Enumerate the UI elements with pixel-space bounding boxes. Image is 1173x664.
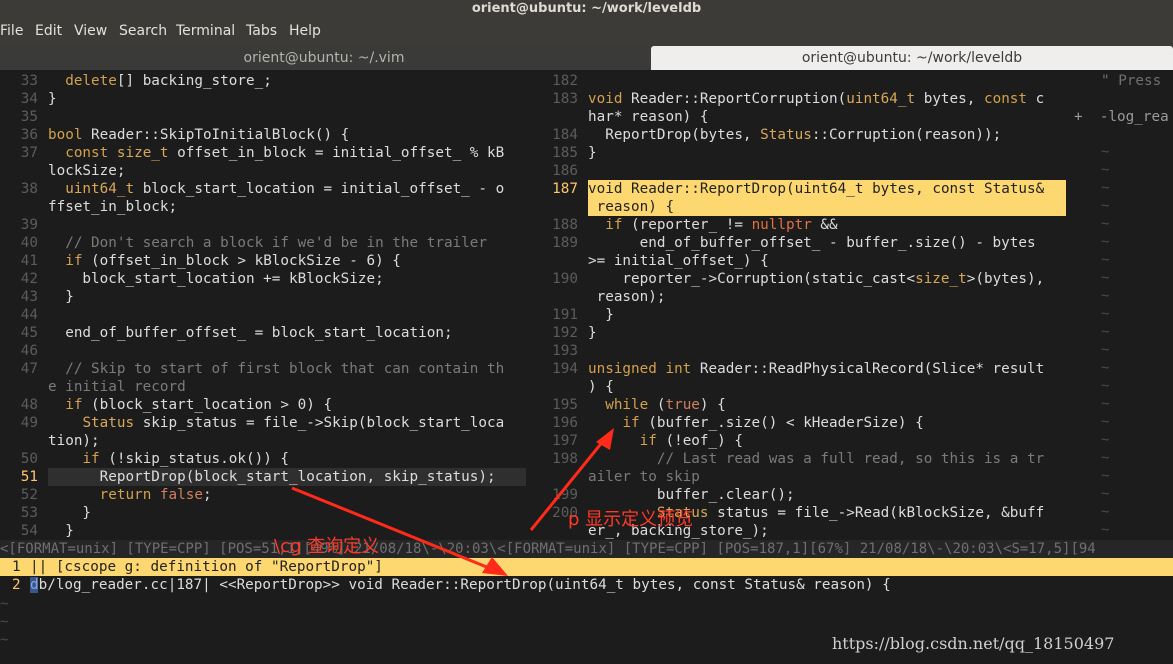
annotation-cg: \cg 查询定义 bbox=[274, 536, 380, 557]
annotation-p: p 显示定义预览 bbox=[568, 509, 694, 530]
annotation-arrows bbox=[291, 428, 614, 576]
